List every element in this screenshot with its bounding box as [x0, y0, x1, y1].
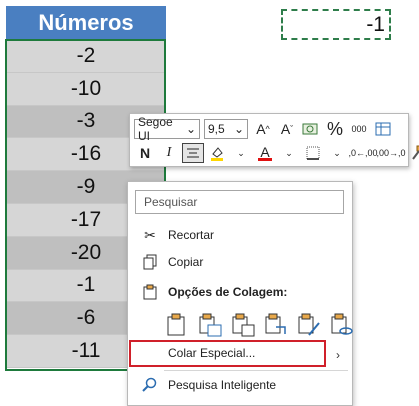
font-color-swatch — [258, 157, 272, 161]
font-name-combo[interactable]: Segoe UI ⌄ — [134, 115, 200, 143]
column-header-cell[interactable]: Números — [6, 6, 166, 40]
grow-font-icon[interactable]: A ^ — [252, 119, 274, 139]
format-table-icon[interactable] — [372, 119, 394, 139]
shrink-font-icon[interactable]: Aˇ — [276, 119, 298, 139]
chevron-down-icon[interactable]: ⌄ — [278, 143, 300, 163]
mini-toolbar-row-1: Segoe UI ⌄ 9,5 ⌄ A ^ Aˇ % 000 — [134, 115, 396, 143]
chevron-right-icon[interactable]: › — [336, 348, 340, 362]
menu-item-cut[interactable]: ✂ Recortar — [128, 222, 352, 248]
fill-color-icon[interactable] — [206, 143, 228, 163]
center-align-icon[interactable] — [182, 143, 204, 163]
font-size-value: 9,5 — [208, 122, 225, 136]
smart-lookup-icon — [140, 377, 160, 393]
paste-options-heading: Opções de Colagem: — [128, 279, 352, 305]
copied-cell[interactable]: -1 — [281, 9, 391, 40]
menu-separator — [164, 370, 348, 371]
currency-icon[interactable] — [300, 119, 322, 139]
menu-item-smart-lookup[interactable]: Pesquisa Inteligente — [128, 372, 352, 398]
menu-item-cut-label: Recortar — [168, 228, 215, 242]
scissors-icon: ✂ — [144, 226, 156, 243]
increase-decimal-icon[interactable]: ,0←,00 — [348, 143, 377, 163]
paste-options-label: Opções de Colagem: — [168, 285, 288, 299]
copy-icon — [140, 254, 160, 270]
italic-icon[interactable]: I — [158, 143, 180, 163]
paste-link-icon[interactable] — [329, 312, 355, 338]
font-name-value: Segoe UI — [138, 115, 173, 143]
percent-icon[interactable]: % — [324, 119, 346, 139]
mini-toolbar-row-2: N I ⌄ A ⌄ ⌄ ,0←,00 ,00→,0 — [134, 142, 419, 164]
paste-options-row — [164, 312, 362, 338]
clipboard-icon — [140, 284, 160, 300]
borders-icon[interactable] — [302, 143, 324, 163]
paste-formulas-icon[interactable] — [230, 312, 256, 338]
menu-item-copy[interactable]: Copiar — [128, 249, 352, 275]
chevron-down-icon: ⌄ — [233, 122, 244, 136]
context-menu: Pesquisar ✂ Recortar Copiar Opções de Co… — [127, 181, 353, 406]
decrease-decimal-icon[interactable]: ,00→,0 — [376, 143, 405, 163]
font-size-combo[interactable]: 9,5 ⌄ — [204, 119, 248, 139]
format-painter-icon[interactable] — [406, 143, 419, 163]
bold-icon[interactable]: N — [134, 143, 156, 163]
paste-icon[interactable] — [164, 312, 190, 338]
thousands-icon[interactable]: 000 — [348, 119, 370, 139]
cell-2[interactable]: -10 — [6, 72, 166, 106]
chevron-down-icon[interactable]: ⌄ — [326, 143, 348, 163]
menu-item-smart-lookup-label: Pesquisa Inteligente — [168, 378, 277, 392]
menu-item-copy-label: Copiar — [168, 255, 204, 269]
search-input[interactable]: Pesquisar — [135, 190, 344, 214]
chevron-down-icon[interactable]: ⌄ — [230, 143, 252, 163]
chevron-down-icon: ⌄ — [185, 122, 196, 136]
font-color-icon[interactable]: A — [254, 143, 276, 163]
font-color-letter: A — [260, 143, 270, 160]
paste-transpose-icon[interactable] — [263, 312, 289, 338]
cell-1[interactable]: -2 — [6, 40, 166, 73]
paste-values-icon[interactable] — [197, 312, 223, 338]
highlight-box — [129, 340, 326, 367]
paste-formatting-icon[interactable] — [296, 312, 322, 338]
mini-toolbar: Segoe UI ⌄ 9,5 ⌄ A^ Aˇ % 000 N I ⌄ A ⌄ — [129, 113, 419, 167]
